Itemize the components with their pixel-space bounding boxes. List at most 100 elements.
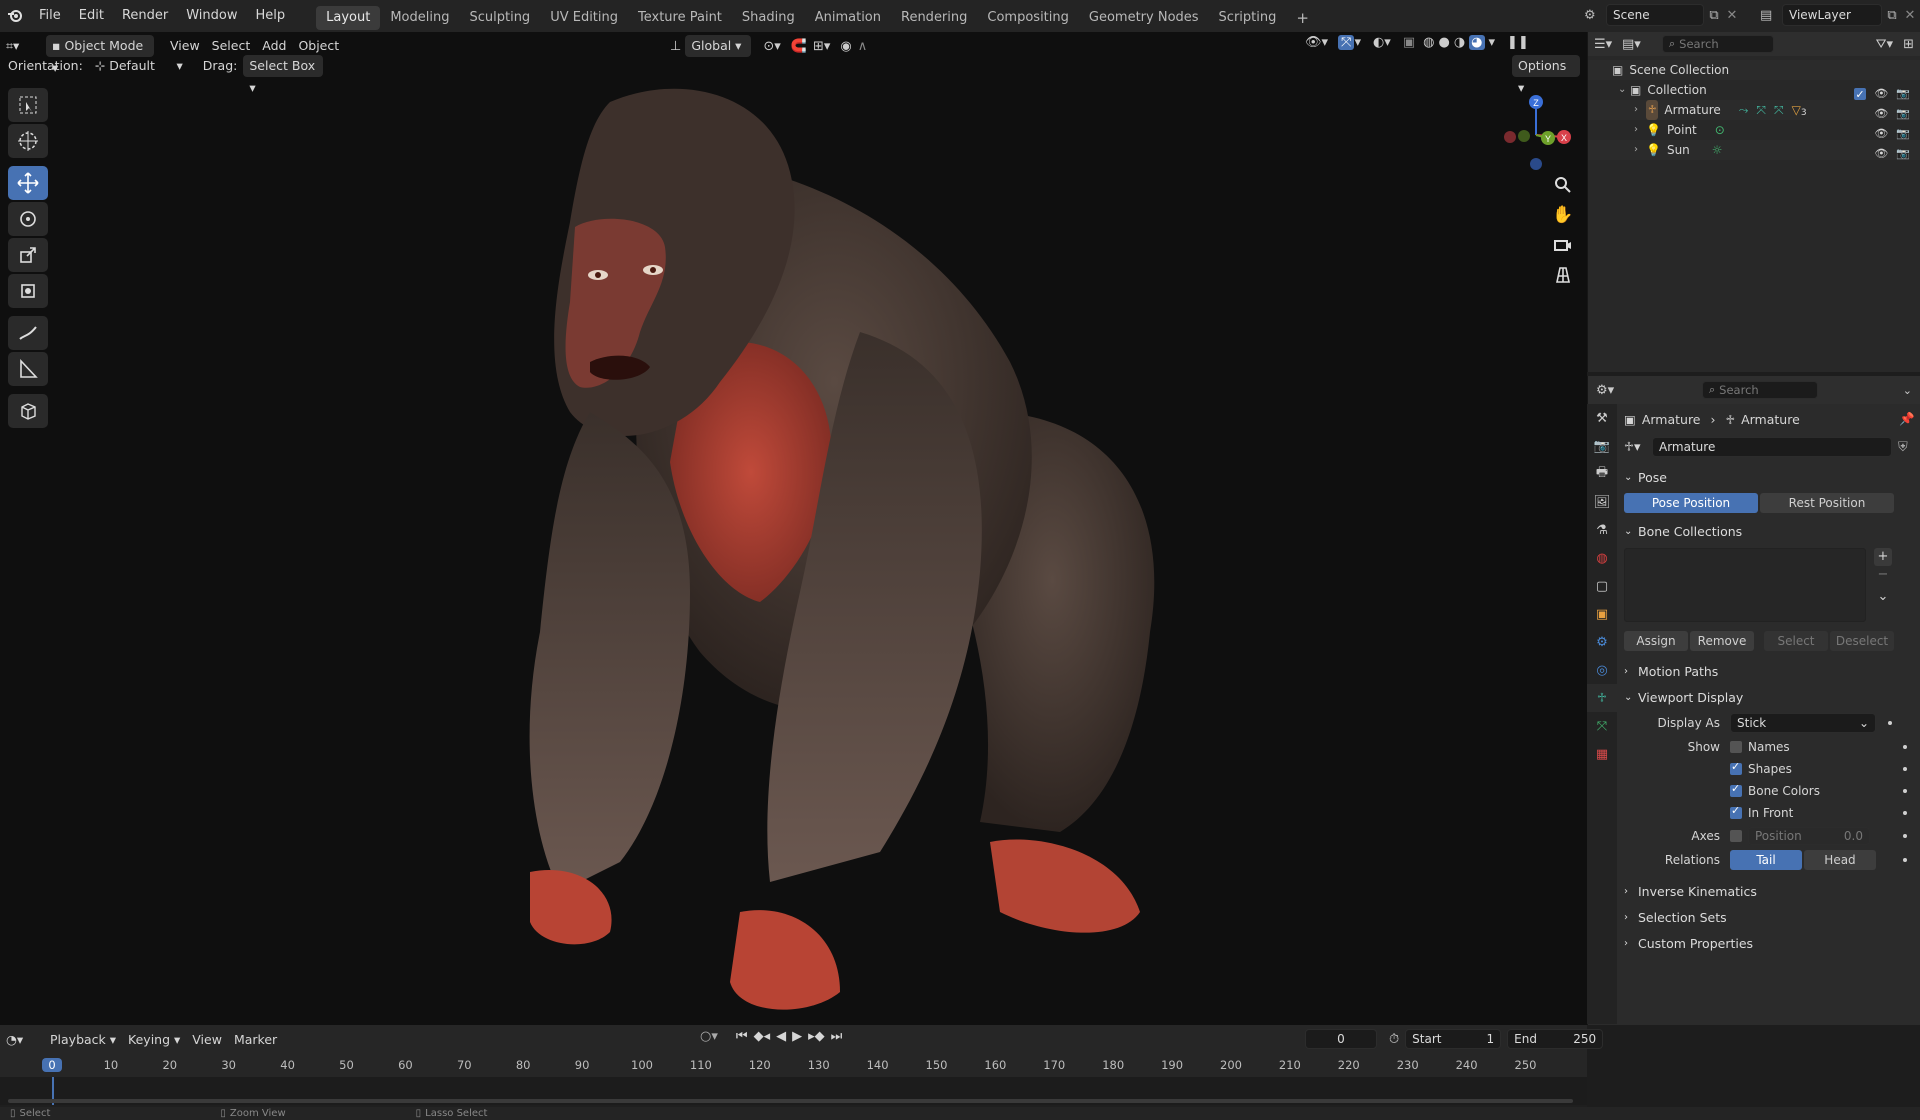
blender-logo-icon[interactable]: [0, 0, 30, 32]
visibility-icon[interactable]: 👁▾: [1305, 35, 1328, 50]
outliner-collection[interactable]: ⌄ ▣ Collection 👁 📷: [1588, 80, 1920, 105]
tab-animation[interactable]: Animation: [805, 6, 891, 30]
relations-tail-button[interactable]: Tail: [1730, 850, 1802, 870]
deselect-button[interactable]: Deselect: [1830, 631, 1894, 651]
collapse-chevron-icon[interactable]: ⌄: [1618, 80, 1630, 100]
specials-chevron-icon[interactable]: ⌄: [1874, 588, 1892, 606]
menu-file[interactable]: File: [30, 0, 70, 32]
remove-collection-icon[interactable]: −: [1874, 566, 1892, 584]
preview-range-icon[interactable]: ⏱: [1389, 1032, 1399, 1047]
tab-rendering[interactable]: Rendering: [891, 6, 977, 30]
axes-position-field[interactable]: Position 0.0: [1748, 827, 1870, 845]
material-shading-icon[interactable]: ◑: [1454, 35, 1465, 50]
gizmo-dropdown-icon[interactable]: ▾: [1354, 35, 1361, 50]
menu-keying[interactable]: Keying ▾: [122, 1029, 186, 1051]
new-collection-icon[interactable]: ⊞: [1903, 37, 1914, 52]
select-box-tool-icon[interactable]: [8, 88, 48, 122]
panel-viewport-display-header[interactable]: ⌄ Viewport Display: [1624, 686, 1919, 710]
delete-scene-icon[interactable]: ✕: [1724, 8, 1740, 23]
pivot-icon[interactable]: ⊙▾: [763, 39, 780, 54]
panel-bone-collections-header[interactable]: ⌄ Bone Collections: [1624, 520, 1919, 544]
timeline-scrollbar[interactable]: [8, 1099, 1573, 1103]
timeline-tracks[interactable]: [0, 1077, 1587, 1105]
snap-icon[interactable]: 🧲: [791, 39, 807, 54]
tab-compositing[interactable]: Compositing: [977, 6, 1079, 30]
collection-exclude-checkbox[interactable]: [1854, 85, 1867, 105]
tab-scripting[interactable]: Scripting: [1209, 6, 1287, 30]
properties-editor-icon[interactable]: ⚙▾: [1596, 383, 1630, 398]
bone-icon[interactable]: ⤧: [1756, 100, 1766, 120]
annotate-tool-icon[interactable]: [8, 316, 48, 350]
tab-shading[interactable]: Shading: [732, 6, 805, 30]
auto-keying-icon[interactable]: ○▾: [700, 1029, 718, 1044]
assign-button[interactable]: Assign: [1624, 631, 1688, 651]
sun-data-icon[interactable]: ☼: [1712, 140, 1723, 160]
add-collection-icon[interactable]: +: [1874, 548, 1892, 566]
menu-window[interactable]: Window: [177, 0, 246, 32]
view-layer-tab-icon[interactable]: 🖼: [1587, 488, 1617, 516]
outliner-item-armature[interactable]: › ♱ Armature ⤳ ⤧ ⤧ ▽ 3 👁 📷: [1588, 100, 1920, 120]
output-tab-icon[interactable]: 🖶: [1587, 460, 1617, 488]
jump-next-keyframe-icon[interactable]: ▸◆: [808, 1029, 825, 1044]
chevron-down-icon[interactable]: ⌄: [1903, 384, 1912, 397]
tab-geometry-nodes[interactable]: Geometry Nodes: [1079, 6, 1209, 30]
rotate-tool-icon[interactable]: [8, 202, 48, 236]
render-camera-icon[interactable]: 📷: [1896, 144, 1910, 164]
object-tab-icon[interactable]: ▣: [1587, 600, 1617, 628]
cursor-tool-icon[interactable]: [8, 124, 48, 158]
xray-icon[interactable]: ▣: [1403, 35, 1415, 50]
expand-chevron-icon[interactable]: ›: [1634, 100, 1646, 120]
proportional-edit-icon[interactable]: ◉: [840, 39, 851, 54]
falloff-icon[interactable]: ∧: [858, 39, 868, 54]
current-frame-field[interactable]: 0: [1305, 1029, 1377, 1049]
play-reverse-icon[interactable]: ◀: [776, 1029, 786, 1044]
expand-chevron-icon[interactable]: ›: [1634, 140, 1646, 160]
panel-inverse-kinematics-header[interactable]: › Inverse Kinematics: [1624, 880, 1919, 904]
panel-selection-sets-header[interactable]: › Selection Sets: [1624, 906, 1919, 930]
display-as-dropdown[interactable]: Stick ⌄: [1730, 713, 1876, 733]
bone-colors-checkbox[interactable]: [1730, 782, 1742, 797]
outliner-editor-icon[interactable]: ☰▾: [1594, 37, 1622, 52]
overlay-icon[interactable]: ◐▾: [1373, 35, 1391, 50]
display-mode-icon[interactable]: ▤▾: [1622, 37, 1654, 52]
filter-icon[interactable]: ⛛▾: [1876, 37, 1893, 52]
outliner-item-sun[interactable]: › 💡 Sun ☼ 👁 📷: [1588, 140, 1920, 160]
light-data-icon[interactable]: ⊙: [1715, 120, 1725, 140]
pin-icon[interactable]: 📌: [1899, 411, 1915, 427]
add-cube-tool-icon[interactable]: [8, 394, 48, 428]
delete-view-layer-icon[interactable]: ✕: [1902, 8, 1918, 23]
jump-prev-keyframe-icon[interactable]: ◆◂: [754, 1029, 771, 1044]
navigation-gizmo[interactable]: Z X Y: [1496, 90, 1576, 180]
names-checkbox[interactable]: [1730, 741, 1742, 753]
panel-custom-properties-header[interactable]: › Custom Properties: [1624, 932, 1919, 956]
outliner-item-point[interactable]: › 💡 Point ⊙ 👁 📷: [1588, 120, 1920, 140]
tab-sculpting[interactable]: Sculpting: [459, 6, 540, 30]
view-layer-field[interactable]: ViewLayer: [1782, 4, 1882, 26]
menu-edit[interactable]: Edit: [70, 0, 113, 32]
view-layer-selector[interactable]: ▤ ViewLayer ⧉ ✕: [1760, 4, 1918, 26]
keyframe-dot[interactable]: [1903, 811, 1907, 815]
bone-collections-list[interactable]: [1624, 548, 1866, 622]
outliner-search[interactable]: ⌕ Search: [1662, 35, 1774, 53]
properties-search[interactable]: ⌕ Search: [1702, 381, 1818, 399]
new-view-layer-icon[interactable]: ⧉: [1882, 8, 1902, 23]
relations-head-button[interactable]: Head: [1804, 850, 1876, 870]
options-dropdown[interactable]: Options ▾: [1512, 55, 1580, 95]
select-button[interactable]: Select: [1764, 631, 1828, 651]
shapes-checkbox[interactable]: [1730, 760, 1742, 775]
physics-tab-icon[interactable]: ◎: [1587, 656, 1617, 684]
in-front-checkbox[interactable]: [1730, 804, 1742, 819]
measure-tool-icon[interactable]: [8, 352, 48, 386]
tab-uv-editing[interactable]: UV Editing: [540, 6, 628, 30]
keyframe-dot[interactable]: [1903, 858, 1907, 862]
expand-chevron-icon[interactable]: ›: [1634, 120, 1646, 140]
pause-render-icon[interactable]: ❚❚: [1507, 35, 1529, 50]
timeline-ruler[interactable]: 0 10 20 30 40 50 60 70 80 90 100 110 120 130 140 150 160…: [0, 1055, 1587, 1077]
move-tool-icon[interactable]: [8, 166, 48, 200]
jump-end-icon[interactable]: ⏭: [831, 1029, 843, 1044]
remove-button[interactable]: Remove: [1690, 631, 1754, 651]
wireframe-shading-icon[interactable]: ◍: [1423, 35, 1434, 50]
solid-shading-icon[interactable]: ●: [1438, 35, 1449, 50]
menu-help[interactable]: Help: [247, 0, 295, 32]
collection-tab-icon[interactable]: ▢: [1587, 572, 1617, 600]
